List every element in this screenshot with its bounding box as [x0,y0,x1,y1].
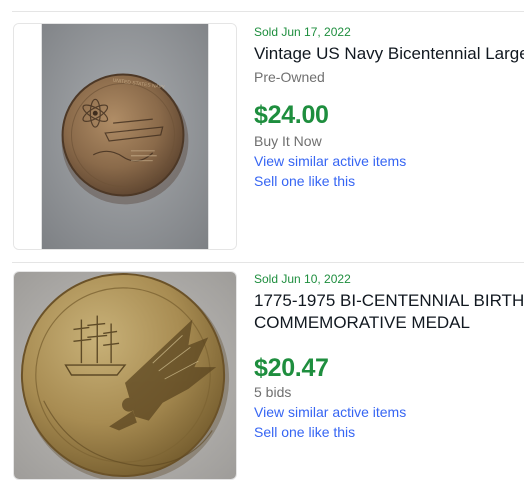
bronze-medal-photo-icon: UNITED STATES NAVY [14,24,236,249]
sell-one-like-this-link[interactable]: Sell one like this [254,424,355,440]
row-divider [12,262,524,263]
purchase-format: Buy It Now [254,133,322,149]
sold-listings: UNITED STATES NAVY Sold Jun 17, 2022 Vin… [0,0,524,482]
view-similar-link[interactable]: View similar active items [254,153,406,169]
listing-image[interactable]: UNITED STATES NAVY [13,23,237,250]
sold-price: $20.47 [254,354,329,382]
listing-image[interactable] [13,271,237,480]
listing-title[interactable]: Vintage US Navy Bicentennial Large [254,43,524,65]
sold-date: Sold Jun 10, 2022 [254,272,351,286]
eagle-ship-medal-photo-icon [14,272,236,479]
sell-one-like-this-link[interactable]: Sell one like this [254,173,355,189]
listing-item: UNITED STATES NAVY Sold Jun 17, 2022 Vin… [0,12,524,262]
listing-title[interactable]: 1775-1975 BI-CENTENNIAL BIRTH O COMMEMOR… [254,290,524,334]
listing-title-line[interactable]: Vintage US Navy Bicentennial Large [254,43,524,65]
listing-title-line[interactable]: COMMEMORATIVE MEDAL [254,312,524,334]
sold-date: Sold Jun 17, 2022 [254,25,351,39]
listing-title-line[interactable]: 1775-1975 BI-CENTENNIAL BIRTH O [254,290,524,312]
listing-item: Sold Jun 10, 2022 1775-1975 BI-CENTENNIA… [0,262,524,482]
sold-price: $24.00 [254,101,329,129]
item-condition: Pre-Owned [254,69,325,85]
view-similar-link[interactable]: View similar active items [254,404,406,420]
bid-count: 5 bids [254,384,292,400]
